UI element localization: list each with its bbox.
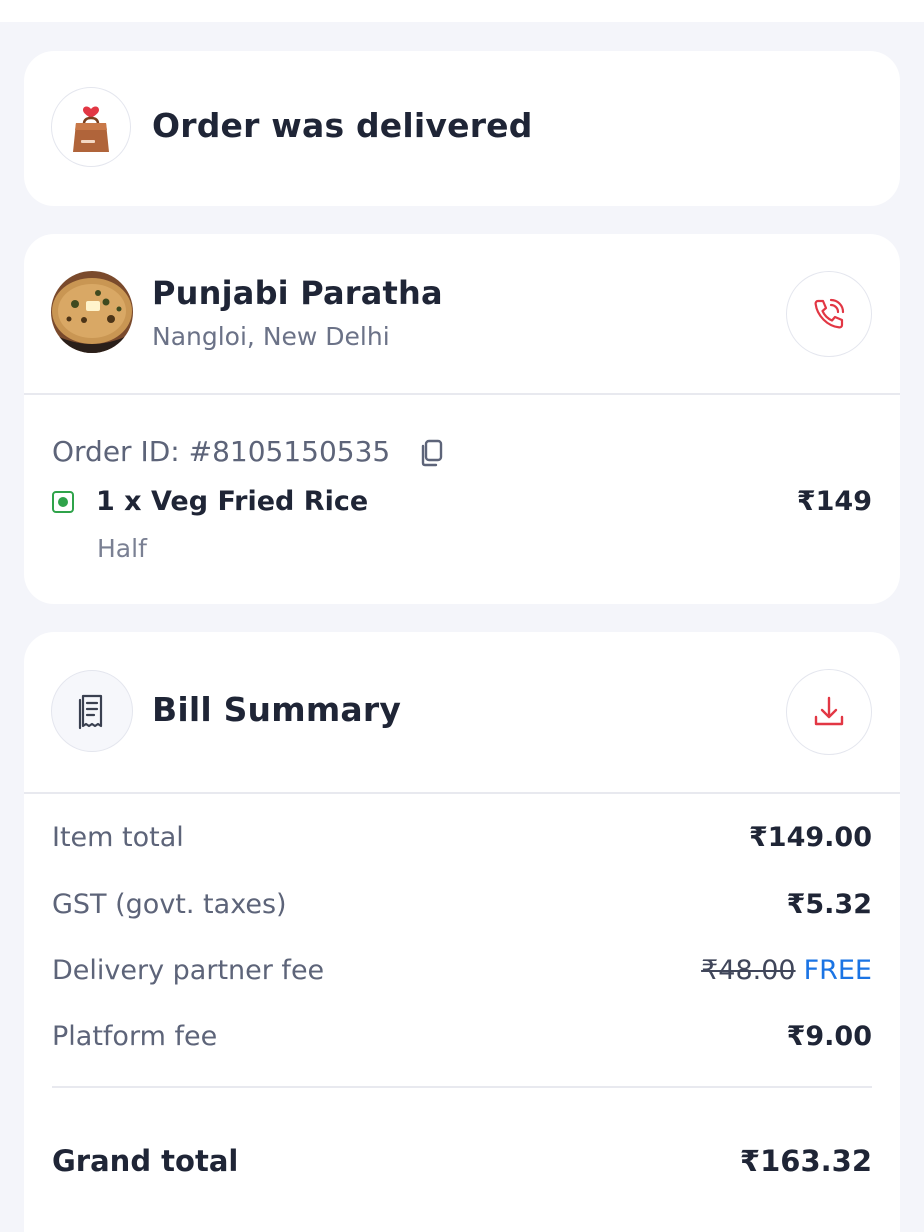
platform-fee-label: Platform fee (52, 1021, 218, 1052)
delivery-fee-label: Delivery partner fee (52, 955, 325, 986)
order-item-price: ₹149 (796, 486, 872, 517)
veg-indicator-icon (52, 491, 74, 513)
order-id: Order ID: #8105150535 (52, 435, 391, 468)
restaurant-divider (24, 393, 900, 395)
bill-header-divider (24, 792, 900, 794)
order-item-variant: Half (97, 534, 147, 563)
receipt-icon (51, 670, 133, 752)
phone-call-icon (814, 298, 845, 329)
delivery-status-title: Order was delivered (152, 106, 533, 145)
item-total-label: Item total (52, 822, 184, 853)
bill-row-item-total: Item total ₹149.00 (52, 822, 872, 862)
order-item-name: 1 x Veg Fried Rice (96, 486, 369, 517)
download-bill-button[interactable] (786, 669, 872, 755)
item-total-value: ₹149.00 (749, 822, 872, 853)
bill-row-grand-total: Grand total ₹163.32 (52, 1144, 872, 1184)
bill-row-platform-fee: Platform fee ₹9.00 (52, 1021, 872, 1061)
gst-label: GST (govt. taxes) (52, 889, 287, 920)
grand-total-label: Grand total (52, 1144, 239, 1178)
bill-row-delivery-fee: Delivery partner fee ₹48.00 FREE (52, 955, 872, 995)
call-restaurant-button[interactable] (786, 271, 872, 357)
bill-summary-title: Bill Summary (152, 690, 402, 729)
delivery-fee-original: ₹48.00 (701, 955, 796, 986)
order-details-card: Punjabi Paratha Nangloi, New Delhi Order… (24, 234, 900, 604)
copy-icon[interactable] (418, 438, 444, 472)
grand-total-value: ₹163.32 (739, 1144, 872, 1178)
download-icon (814, 696, 844, 726)
delivery-fee-value: ₹48.00 FREE (701, 955, 872, 986)
top-strip (0, 0, 924, 22)
bill-row-gst: GST (govt. taxes) ₹5.32 (52, 889, 872, 929)
bill-summary-card: Bill Summary Item total ₹149.00 GST (gov… (24, 632, 900, 1232)
delivery-fee-free-badge: FREE (803, 955, 872, 986)
restaurant-avatar (51, 271, 133, 353)
restaurant-name[interactable]: Punjabi Paratha (152, 274, 443, 312)
platform-fee-value: ₹9.00 (786, 1021, 872, 1052)
order-status-card: Order was delivered (24, 51, 900, 206)
gst-value: ₹5.32 (786, 889, 872, 920)
bill-total-divider (52, 1086, 872, 1088)
restaurant-location: Nangloi, New Delhi (152, 322, 390, 351)
delivery-bag-icon (51, 87, 131, 167)
